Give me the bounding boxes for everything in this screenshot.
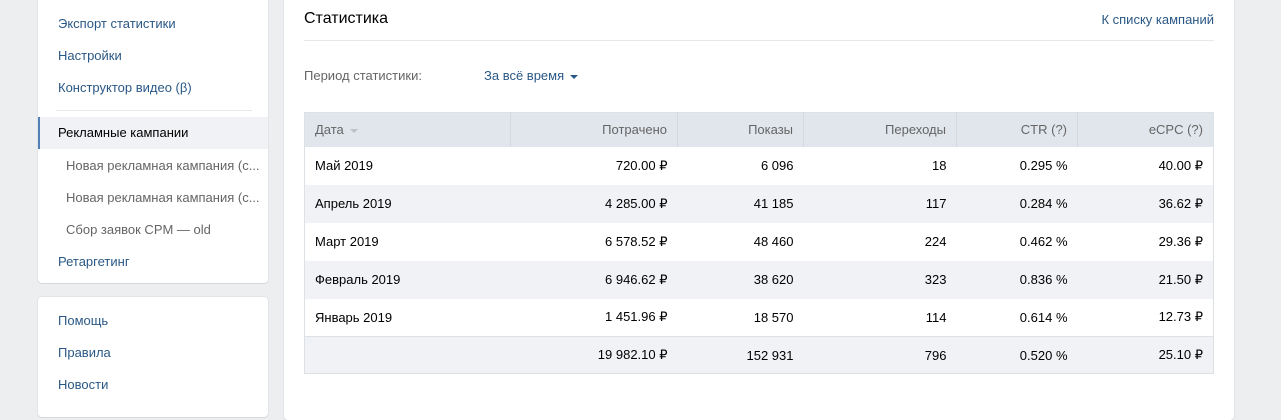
table-cell: 0.284 % (1019, 196, 1068, 211)
table-cell: 48 460 (753, 234, 794, 249)
table-cell: Май 2019 (315, 158, 373, 173)
table-cell: Январь 2019 (315, 309, 393, 325)
column-header-spent[interactable]: Потрачено (510, 112, 678, 147)
total-cell: 796 (803, 336, 957, 374)
table-cell: 224 (924, 234, 947, 249)
table-cell: 0.836 % (1019, 272, 1068, 287)
sidebar-subitem-campaign-2[interactable]: Новая рекламная кампания (с... (66, 190, 260, 205)
table-cell: 36.62 ₽ (1158, 195, 1203, 211)
sidebar-item-export[interactable]: Экспорт статистики (58, 16, 176, 31)
chevron-down-icon (570, 74, 579, 79)
column-header-ecpc[interactable]: eCPC (?) (1077, 112, 1214, 147)
sidebar-item-news[interactable]: Новости (58, 377, 108, 392)
sidebar-item-retargeting[interactable]: Ретаргетинг (58, 254, 130, 269)
table-cell: 114 (925, 309, 947, 325)
sidebar-subitem-campaign-1[interactable]: Новая рекламная кампания (с... (66, 158, 260, 173)
sidebar-menu: Экспорт статистики Настройки Конструктор… (38, 0, 268, 283)
period-dropdown[interactable]: За всё время (484, 68, 579, 83)
total-cell (304, 336, 511, 374)
table-cell: 21.50 ₽ (1158, 271, 1203, 287)
table-cell: 1 451.96 ₽ (605, 309, 668, 325)
column-header-clicks[interactable]: Переходы (803, 112, 957, 147)
table-cell: 0.614 % (1019, 309, 1068, 325)
column-header-ctr[interactable]: CTR (?) (956, 112, 1078, 147)
period-value: За всё время (484, 68, 565, 83)
sidebar-subitem-campaign-3[interactable]: Сбор заявок CPM — old (66, 222, 211, 237)
sidebar-item-settings[interactable]: Настройки (58, 48, 122, 63)
table-cell: 29.36 ₽ (1158, 233, 1203, 249)
table-cell: 18 570 (753, 309, 794, 325)
table-cell: Апрель 2019 (315, 196, 392, 211)
table-cell: Март 2019 (315, 234, 379, 249)
help-menu: Помощь Правила Новости (38, 297, 268, 417)
table-row: Январь 2019 1 451.96 ₽ 18 570 114 0.614 % 12.… (305, 299, 1214, 337)
statistics-table: Дата Потрачено Показы Переходы CTR (?) e… (304, 112, 1214, 374)
sort-down-icon (349, 128, 358, 133)
table-cell: 41 185 (753, 196, 794, 211)
table-cell: Февраль 2019 (315, 272, 401, 287)
table-cell: 12.73 ₽ (1158, 309, 1203, 325)
column-header-impressions[interactable]: Показы (677, 112, 804, 147)
table-cell: 720.00 ₽ (615, 157, 668, 173)
table-cell: 6 946.62 ₽ (605, 271, 668, 287)
table-cell: 38 620 (753, 272, 794, 287)
back-to-campaigns-link[interactable]: К списку кампаний (1101, 12, 1214, 27)
column-header-date[interactable]: Дата (304, 112, 511, 147)
page-title: Статистика (304, 10, 389, 27)
period-label: Период статистики: (304, 68, 422, 83)
table-row: Март 2019 6 578.52 ₽ 48 460 224 0.462 % 29.36… (305, 223, 1214, 261)
table-row: Май 2019 720.00 ₽ 6 096 18 0.295 % 40.00 ₽ (305, 147, 1214, 185)
table-cell: 40.00 ₽ (1158, 157, 1203, 173)
sidebar-item-rules[interactable]: Правила (58, 345, 111, 360)
table-cell: 4 285.00 ₽ (605, 195, 668, 211)
table-row: Апрель 2019 4 285.00 ₽ 41 185 117 0.284 % 36.… (304, 184, 1214, 223)
sidebar-item-video-constructor[interactable]: Конструктор видео (β) (58, 80, 192, 95)
table-cell: 0.295 % (1019, 158, 1068, 173)
totals-row: 19 982.10 ₽ 152 931 796 0.520 % 25.10 ₽ (304, 336, 1214, 374)
total-cell: 19 982.10 ₽ (510, 336, 678, 374)
sidebar-item-campaigns[interactable]: Рекламные кампании (38, 117, 268, 149)
sidebar-item-help[interactable]: Помощь (58, 313, 108, 328)
statistics-card: Статистика К списку кампаний Период стат… (284, 0, 1234, 420)
total-cell: 152 931 (677, 336, 804, 374)
table-row: Февраль 2019 6 946.62 ₽ 38 620 323 0.836 % 21… (304, 260, 1214, 299)
total-cell: 0.520 % (956, 336, 1078, 374)
table-cell: 323 (924, 272, 947, 287)
divider (56, 110, 252, 111)
sidebar-item-label: Рекламные кампании (58, 125, 189, 140)
divider (304, 40, 1214, 41)
table-cell: 6 096 (760, 158, 794, 173)
table-cell: 6 578.52 ₽ (605, 233, 668, 249)
table-cell: 0.462 % (1019, 234, 1068, 249)
table-cell: 117 (925, 196, 947, 211)
table-cell: 18 (932, 158, 947, 173)
total-cell: 25.10 ₽ (1077, 336, 1214, 374)
